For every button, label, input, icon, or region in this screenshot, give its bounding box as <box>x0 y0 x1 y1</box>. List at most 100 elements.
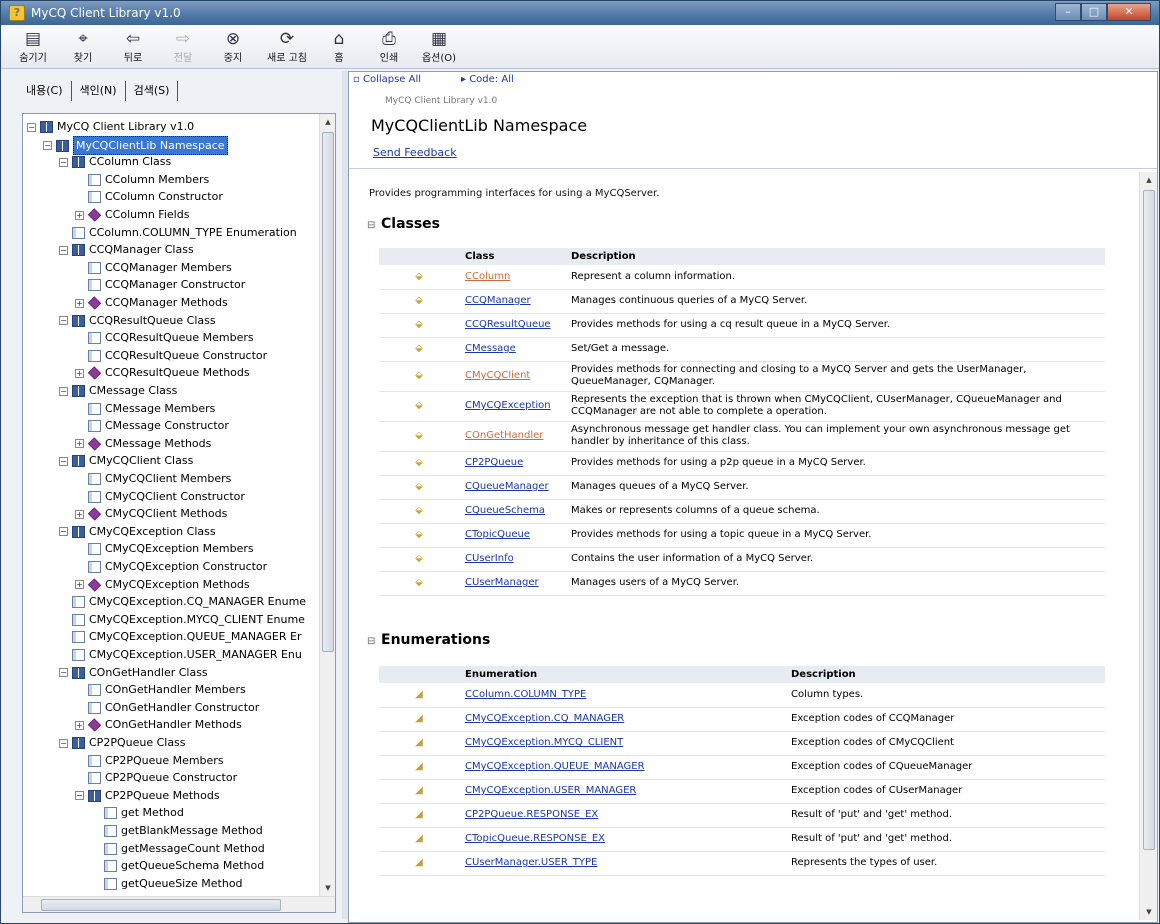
tree-item[interactable]: − MyCQClientLib Namespace <box>43 135 228 155</box>
class-link[interactable]: COnGetHandler <box>465 430 543 441</box>
enumeration-link[interactable]: CUserManager.USER_TYPE <box>465 857 597 868</box>
tree-item[interactable]: CP2PQueue Constructor <box>75 769 237 786</box>
tree-item[interactable]: CP2PQueue Members <box>75 752 224 769</box>
tree-item[interactable]: − COnGetHandler Class <box>59 664 208 681</box>
tree-item[interactable]: CMyCQException.USER_MANAGER Enu <box>59 646 302 663</box>
class-link[interactable]: CCQResultQueue <box>465 319 551 330</box>
tree-item[interactable]: CMyCQClient Members <box>75 470 231 487</box>
locate-toolbar-button[interactable]: ⌖ 찾기 <box>61 29 105 65</box>
expand-icon[interactable]: + <box>75 720 84 730</box>
tree-item[interactable]: + CCQManager Methods <box>75 294 228 311</box>
tree-item[interactable]: getMessageCount Method <box>91 840 265 857</box>
tree-item[interactable]: getQueueSize Method <box>91 875 243 892</box>
tree-item[interactable]: CColumn Constructor <box>75 188 223 205</box>
class-link[interactable]: CQueueSchema <box>465 505 545 516</box>
tree-item[interactable]: CMyCQClient Constructor <box>75 488 245 505</box>
tree-item[interactable]: getQueueSchema Method <box>91 857 264 874</box>
tree-item[interactable]: CCQResultQueue Members <box>75 329 254 346</box>
tree-item[interactable]: CMessage Constructor <box>75 417 229 434</box>
tree-horizontal-scrollbar[interactable] <box>23 896 335 912</box>
expand-icon[interactable]: + <box>75 439 84 449</box>
tree-item[interactable]: − CCQResultQueue Class <box>59 312 216 329</box>
tree-item[interactable]: − CP2PQueue Class <box>59 734 186 751</box>
options-toolbar-button[interactable]: ▦ 옵션(O) <box>417 29 461 65</box>
collapse-icon[interactable]: − <box>75 791 84 801</box>
tab-contents[interactable]: 내용(C) <box>18 81 72 101</box>
class-link[interactable]: CMessage <box>465 343 516 354</box>
collapse-icon[interactable]: − <box>59 738 68 748</box>
tree-item[interactable]: − CCQManager Class <box>59 241 194 258</box>
hide-toolbar-button[interactable]: ▤ 숨기기 <box>11 29 55 65</box>
tree-item[interactable]: CMyCQException.QUEUE_MANAGER Er <box>59 628 301 645</box>
tree-item[interactable]: getBlankMessage Method <box>91 822 263 839</box>
maximize-button[interactable]: □ <box>1081 3 1107 21</box>
back-toolbar-button[interactable]: ⇦ 뒤로 <box>111 29 155 65</box>
tab-index[interactable]: 색인(N) <box>72 81 126 101</box>
tree-item[interactable]: + COnGetHandler Methods <box>75 716 242 733</box>
tree-item[interactable]: CCQResultQueue Constructor <box>75 347 267 364</box>
tree-item[interactable]: CMyCQException.MYCQ_CLIENT Enume <box>59 611 305 628</box>
expand-icon[interactable]: + <box>75 509 84 519</box>
expand-icon[interactable]: + <box>75 368 84 378</box>
tree-item[interactable]: COnGetHandler Members <box>75 681 246 698</box>
minimize-button[interactable]: – <box>1055 3 1081 21</box>
expand-icon[interactable]: + <box>75 298 84 308</box>
scroll-up-icon[interactable]: ▲ <box>1140 172 1157 188</box>
collapse-icon[interactable]: − <box>59 527 68 537</box>
tree-item[interactable]: − CMyCQClient Class <box>59 452 193 469</box>
print-toolbar-button[interactable]: ⎙ 인쇄 <box>367 29 411 65</box>
tree-item[interactable]: − CP2PQueue Methods <box>75 787 220 804</box>
classes-section-heading[interactable]: ⊟ Classes <box>367 216 440 232</box>
tree-item[interactable]: + CMessage Methods <box>75 435 211 452</box>
home-toolbar-button[interactable]: ⌂ 홈 <box>317 29 361 65</box>
class-link[interactable]: CCQManager <box>465 295 531 306</box>
collapse-icon[interactable]: − <box>27 122 36 132</box>
collapse-icon[interactable]: − <box>43 141 52 151</box>
collapse-icon[interactable]: − <box>59 245 68 255</box>
tree-item[interactable]: − CMyCQException Class <box>59 523 216 540</box>
tab-search[interactable]: 검색(S) <box>126 81 179 101</box>
enumeration-link[interactable]: CP2PQueue.RESPONSE_EX <box>465 809 598 820</box>
tree-item[interactable]: + CMyCQException Methods <box>75 576 250 593</box>
collapse-icon[interactable]: − <box>59 316 68 326</box>
code-all-link[interactable]: ▸ Code: All <box>461 74 514 85</box>
tree-item[interactable]: − CColumn Class <box>59 153 171 170</box>
collapse-icon[interactable]: − <box>59 157 68 167</box>
send-feedback-link[interactable]: Send Feedback <box>373 146 457 159</box>
enumeration-link[interactable]: CMyCQException.QUEUE_MANAGER <box>465 761 645 772</box>
tree-item[interactable]: CColumn Members <box>75 171 209 188</box>
collapse-icon[interactable]: − <box>59 456 68 466</box>
class-link[interactable]: CUserInfo <box>465 553 514 564</box>
enumeration-link[interactable]: CMyCQException.CQ_MANAGER <box>465 713 624 724</box>
class-link[interactable]: CColumn <box>465 271 510 282</box>
refresh-toolbar-button[interactable]: ⟳ 새로 고침 <box>261 29 313 65</box>
tree-item[interactable]: + CMyCQClient Methods <box>75 505 227 522</box>
tree-item[interactable]: CCQManager Constructor <box>75 276 245 293</box>
forward-toolbar-button[interactable]: ⇨ 전달 <box>161 29 205 65</box>
close-button[interactable]: ✕ <box>1107 3 1151 21</box>
tree-item[interactable]: + CCQResultQueue Methods <box>75 364 250 381</box>
class-link[interactable]: CMyCQException <box>465 400 551 411</box>
class-link[interactable]: CTopicQueue <box>465 529 530 540</box>
scroll-up-icon[interactable]: ▲ <box>320 114 335 130</box>
expand-icon[interactable]: + <box>75 210 84 220</box>
content-scroll-thumb[interactable] <box>1143 190 1155 850</box>
tree-item[interactable]: CCQManager Members <box>75 259 232 276</box>
stop-toolbar-button[interactable]: ⊗ 중지 <box>211 29 255 65</box>
tree-item[interactable]: COnGetHandler Constructor <box>75 699 259 716</box>
tree-item[interactable]: CColumn.COLUMN_TYPE Enumeration <box>59 224 297 241</box>
tree-item[interactable]: − MyCQ Client Library v1.0 <box>27 118 194 135</box>
tree-scroll-thumb[interactable] <box>322 132 334 652</box>
tree-item[interactable]: get Method <box>91 804 184 821</box>
collapse-icon[interactable]: − <box>59 668 68 678</box>
content-vertical-scrollbar[interactable]: ▲ ▼ <box>1139 172 1157 920</box>
collapse-all-link[interactable]: ▫ Collapse All <box>353 74 421 85</box>
enumerations-section-heading[interactable]: ⊟ Enumerations <box>367 632 490 648</box>
tree-item[interactable]: + CColumn Fields <box>75 206 189 223</box>
scroll-down-icon[interactable]: ▼ <box>320 880 335 896</box>
collapse-icon[interactable]: − <box>59 386 68 396</box>
enumeration-link[interactable]: CMyCQException.MYCQ_CLIENT <box>465 737 623 748</box>
tree-item[interactable]: CMyCQException Constructor <box>75 558 267 575</box>
class-link[interactable]: CQueueManager <box>465 481 549 492</box>
tree-item[interactable]: − CMessage Class <box>59 382 177 399</box>
